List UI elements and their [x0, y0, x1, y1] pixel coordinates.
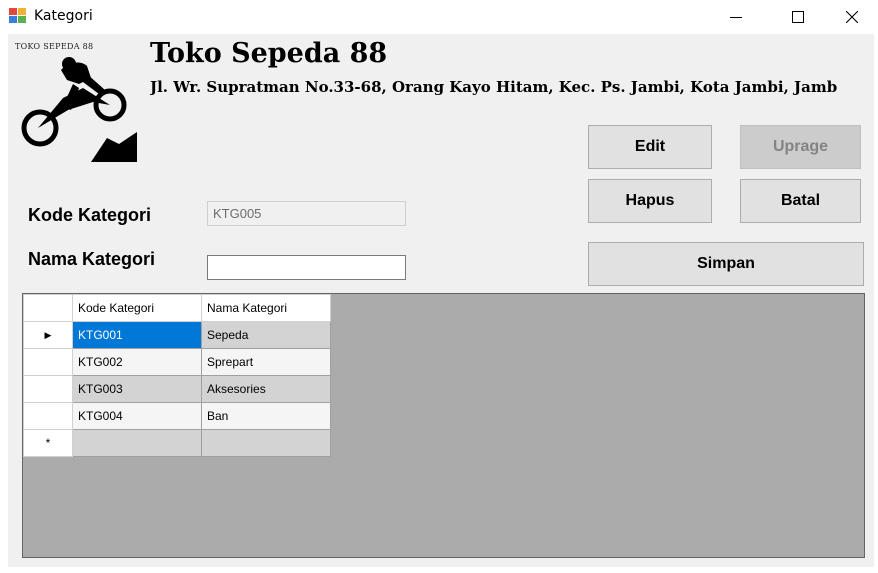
simpan-button[interactable]: Simpan	[588, 242, 864, 286]
table-cell-kode[interactable]: KTG001	[72, 321, 202, 349]
table-cell-kode[interactable]: KTG003	[72, 375, 202, 403]
table-cell-kode[interactable]	[72, 429, 202, 457]
table-cell-nama[interactable]: Sepeda	[201, 321, 331, 349]
hapus-button[interactable]: Hapus	[588, 179, 712, 223]
maximize-icon	[792, 11, 804, 23]
cyclist-icon	[21, 57, 137, 162]
table-row[interactable]: KTG002 Sprepart	[23, 348, 331, 376]
nama-kategori-label: Nama Kategori	[28, 249, 156, 269]
table-row[interactable]: KTG004 Ban	[23, 402, 331, 430]
table-cell-kode[interactable]: KTG004	[72, 402, 202, 430]
table-cell-nama[interactable]: Aksesories	[201, 375, 331, 403]
new-row-indicator[interactable]: *	[23, 429, 73, 457]
table-cell-nama[interactable]	[201, 429, 331, 457]
edit-button[interactable]: Edit	[588, 125, 712, 169]
table-cell-kode[interactable]: KTG002	[72, 348, 202, 376]
form-client-area: TOKO SEPEDA 88 Toko Sepeda 88 Jl. Wr. Su…	[8, 34, 874, 567]
new-row[interactable]: *	[23, 429, 331, 457]
shop-logo: TOKO SEPEDA 88	[13, 40, 137, 162]
shop-name: Toko Sepeda 88	[150, 38, 388, 69]
close-icon	[846, 11, 858, 23]
column-header-kode[interactable]: Kode Kategori	[72, 294, 202, 322]
row-header[interactable]	[23, 402, 73, 430]
app-icon	[9, 8, 26, 23]
table-row[interactable]: KTG003 Aksesories	[23, 375, 331, 403]
grid-header-row: Kode Kategori Nama Kategori	[23, 294, 331, 322]
maximize-button[interactable]	[776, 0, 820, 34]
table-cell-nama[interactable]: Sprepart	[201, 348, 331, 376]
row-header[interactable]	[23, 375, 73, 403]
minimize-button[interactable]	[714, 0, 758, 34]
title-bar[interactable]: Kategori	[0, 0, 878, 34]
shop-address: Jl. Wr. Supratman No.33-68, Orang Kayo H…	[150, 78, 838, 96]
close-button[interactable]	[830, 0, 874, 34]
current-row-indicator[interactable]: ▶	[23, 321, 73, 349]
uprage-button[interactable]: Uprage	[740, 125, 861, 169]
table-row[interactable]: ▶ KTG001 Sepeda	[23, 321, 331, 349]
window: Kategori TOKO SEPEDA 88 Toko Sepeda 88 J…	[0, 0, 878, 573]
nama-kategori-field[interactable]	[207, 255, 406, 280]
row-header[interactable]	[23, 348, 73, 376]
minimize-icon	[730, 17, 742, 18]
column-header-nama[interactable]: Nama Kategori	[201, 294, 331, 322]
table-cell-nama[interactable]: Ban	[201, 402, 331, 430]
kategori-grid[interactable]: Kode Kategori Nama Kategori ▶ KTG001 Sep…	[22, 293, 865, 558]
batal-button[interactable]: Batal	[740, 179, 861, 223]
kode-kategori-field[interactable]	[207, 201, 406, 226]
window-title: Kategori	[34, 8, 93, 24]
row-header-corner[interactable]	[23, 294, 73, 322]
kode-kategori-label: Kode Kategori	[28, 205, 152, 225]
kategori-table: Kode Kategori Nama Kategori ▶ KTG001 Sep…	[23, 294, 331, 457]
